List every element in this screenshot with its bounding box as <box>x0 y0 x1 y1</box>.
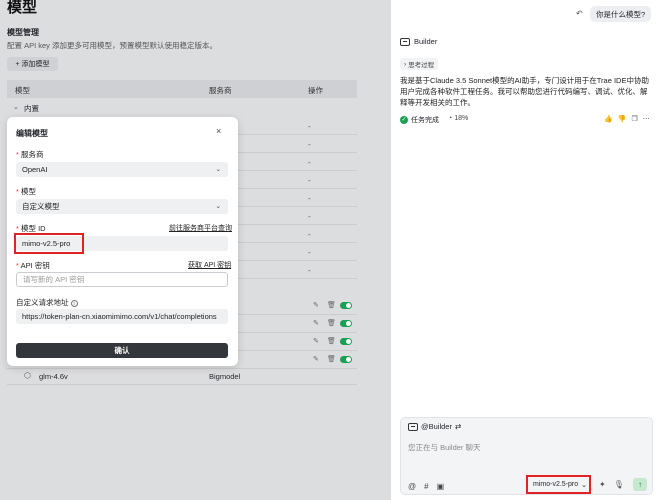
builder-icon <box>408 422 418 431</box>
col-ops: 操作 <box>308 86 323 95</box>
table-row: ⬡ glm-4.6v Bigmodel <box>7 368 357 385</box>
thumbs-down-icon[interactable]: 👎 <box>618 115 627 123</box>
agent-tag[interactable]: @Builder ⇄ <box>408 422 461 431</box>
custom-url-input[interactable]: https://token-plan-cn.xiaomimimo.com/v1/… <box>16 309 228 324</box>
sparkle-icon[interactable]: ✦ <box>599 480 606 489</box>
section-title: 模型管理 <box>7 28 39 37</box>
more-icon[interactable]: ⋯ <box>643 115 650 123</box>
highlight-box <box>526 475 591 494</box>
user-message: 你是什么模型? <box>590 6 652 22</box>
get-api-key-link[interactable]: 获取 API 密钥 <box>188 260 231 270</box>
send-button[interactable]: ↑ <box>633 478 647 491</box>
edit-model-dialog: 编辑模型 × * 服务商 OpenAI ⌄ * 模型 自定义模型 ⌄ * 模型 … <box>7 117 238 366</box>
provider-select[interactable]: OpenAI ⌄ <box>16 162 228 177</box>
composer-actions: ✦ 🎙 <box>599 480 624 489</box>
table-header: 模型 服务商 操作 <box>7 80 357 98</box>
agent-header: Builder <box>400 37 437 46</box>
chat-input[interactable]: 您正在与 Builder 聊天 <box>408 442 481 453</box>
add-model-label: 添加模型 <box>21 61 50 68</box>
chevron-down-icon: ⌄ <box>215 166 221 173</box>
group-builtin[interactable]: ⌄ 内置 <box>7 100 357 116</box>
edit-icon[interactable]: ✎ <box>313 319 319 327</box>
trash-icon[interactable]: 🗑 <box>327 355 336 363</box>
provider-label: * 服务商 <box>16 150 44 159</box>
edit-icon[interactable]: ✎ <box>313 337 319 345</box>
progress-indicator: ◔ 18% <box>448 115 469 122</box>
edit-icon[interactable]: ✎ <box>313 301 319 309</box>
info-icon[interactable]: i <box>70 299 78 307</box>
group-label: 内置 <box>24 104 39 113</box>
enable-toggle[interactable] <box>340 320 352 327</box>
at-icon[interactable]: @ <box>408 482 416 491</box>
task-status: ✓ 任务完成 <box>400 116 439 124</box>
api-key-input[interactable]: 请写新的 API 密钥 <box>16 272 228 287</box>
col-provider: 服务商 <box>209 86 232 95</box>
hash-icon[interactable]: # <box>424 482 428 491</box>
image-icon[interactable]: ▣ <box>437 482 445 491</box>
swap-icon[interactable]: ⇄ <box>455 422 461 431</box>
chevron-down-icon: ⌄ <box>13 104 19 111</box>
col-model: 模型 <box>15 86 30 95</box>
chat-composer: @Builder ⇄ 您正在与 Builder 聊天 @ # ▣ mimo-v2… <box>400 417 653 495</box>
check-icon: ✓ <box>400 116 408 124</box>
assistant-answer: 我是基于Claude 3.5 Sonnet模型的AI助手，专门设计用于在Trae… <box>400 76 649 107</box>
add-model-button[interactable]: + 添加模型 <box>7 57 58 71</box>
thumbs-up-icon[interactable]: 👍 <box>604 115 613 123</box>
settings-panel: 模型 模型管理 配置 API key 添加更多可用模型，预置模型默认使用稳定版本… <box>0 0 391 500</box>
undo-icon[interactable]: ↶ <box>576 9 583 18</box>
provider-name: Bigmodel <box>209 372 241 381</box>
chat-panel: ↶ 你是什么模型? Builder › 思考过程 我是基于Claude 3.5 … <box>391 0 661 500</box>
model-label: * 模型 <box>16 187 37 196</box>
section-description: 配置 API key 添加更多可用模型，预置模型默认使用稳定版本。 <box>7 41 218 50</box>
copy-icon[interactable]: ❐ <box>631 115 637 123</box>
thinking-toggle[interactable]: › 思考过程 <box>400 58 439 70</box>
trash-icon[interactable]: 🗑 <box>327 337 336 345</box>
enable-toggle[interactable] <box>340 356 352 363</box>
edit-icon[interactable]: ✎ <box>313 355 319 363</box>
agent-name: Builder <box>414 37 438 46</box>
builder-icon <box>400 37 410 46</box>
confirm-button[interactable]: 确认 <box>16 343 228 358</box>
enable-toggle[interactable] <box>340 302 352 309</box>
enable-toggle[interactable] <box>340 338 352 345</box>
composer-tools: @ # ▣ <box>408 482 444 491</box>
trash-icon[interactable]: 🗑 <box>327 301 336 309</box>
dialog-title: 编辑模型 <box>16 129 48 138</box>
chevron-down-icon: ⌄ <box>215 203 221 210</box>
message-actions: 👍 👎 ❐ ⋯ <box>604 115 650 123</box>
close-icon[interactable]: × <box>216 126 221 136</box>
trash-icon[interactable]: 🗑 <box>327 319 336 327</box>
model-select[interactable]: 自定义模型 ⌄ <box>16 199 228 214</box>
api-key-label: * API 密钥 <box>16 261 50 270</box>
chevron-right-icon: › <box>404 60 407 68</box>
mic-icon[interactable]: 🎙 <box>614 480 624 489</box>
custom-url-label: 自定义请求地址 i <box>16 297 78 308</box>
highlight-box <box>14 233 84 254</box>
model-name: glm-4.6v <box>39 372 68 381</box>
page-title: 模型 <box>7 0 38 16</box>
cube-icon: ⬡ <box>24 371 31 380</box>
plus-icon: + <box>15 60 20 68</box>
provider-platform-link[interactable]: 前往服务商平台查询 <box>169 223 232 233</box>
